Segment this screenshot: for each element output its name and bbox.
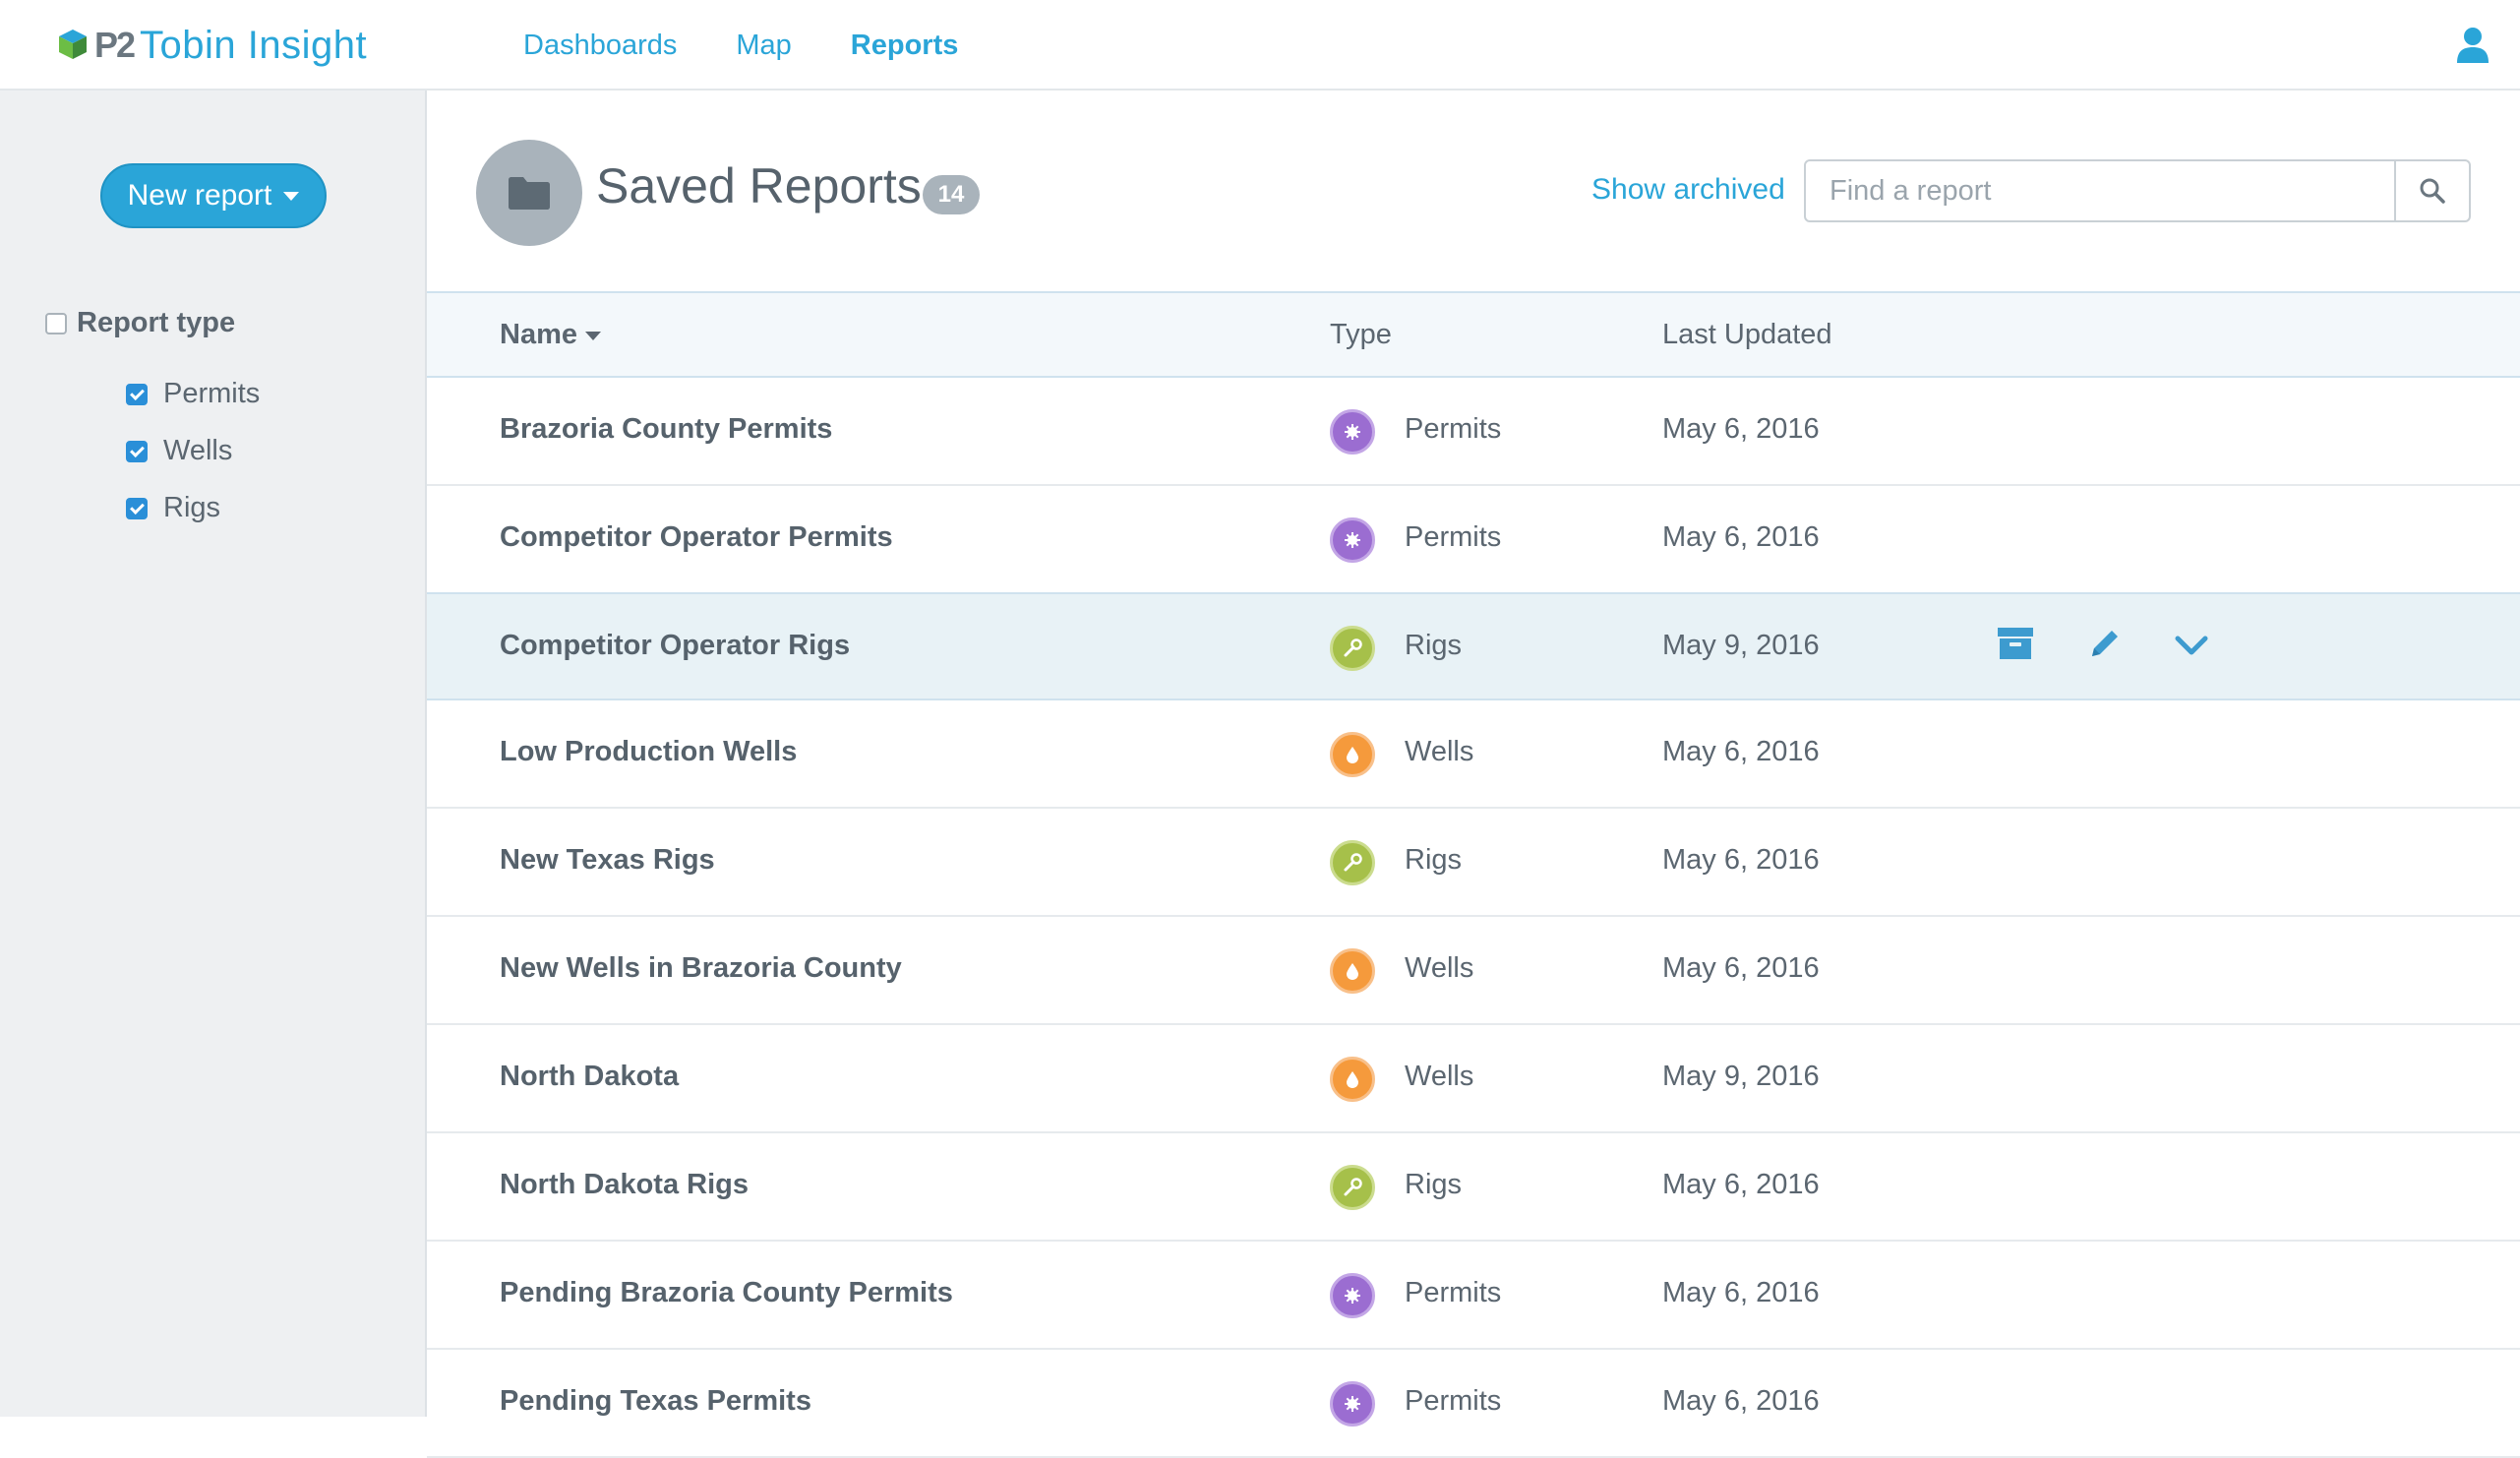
permits-checkbox[interactable] [126, 383, 148, 405]
chevron-down-icon [2175, 636, 2208, 655]
table-row[interactable]: New Wells in Brazoria County Wells May 6, … [427, 917, 2520, 1025]
sort-caret-icon [585, 331, 601, 340]
table-row[interactable]: North Dakota Wells May 9, 2016 [427, 1025, 2520, 1133]
permits-type-icon [1330, 409, 1375, 455]
wells-type-icon [1330, 1057, 1375, 1102]
folder-icon [476, 140, 582, 246]
report-name[interactable]: Competitor Operator Permits [500, 521, 893, 554]
report-count-badge: 14 [923, 175, 980, 214]
column-type-header[interactable]: Type [1330, 319, 1392, 351]
new-report-button[interactable]: New report [100, 163, 327, 228]
filter-permits-label: Permits [163, 378, 261, 409]
report-last-updated: May 6, 2016 [1662, 736, 1820, 767]
rigs-type-icon [1330, 840, 1375, 885]
page-title: Saved Reports [596, 158, 922, 213]
report-type: Rigs [1405, 1169, 1463, 1200]
table-row[interactable]: Competitor Operator Rigs Rigs May 9, 2016 [427, 592, 2520, 700]
report-last-updated: May 6, 2016 [1662, 952, 1820, 984]
rigs-type-icon [1330, 626, 1375, 671]
report-name[interactable]: Competitor Operator Rigs [500, 630, 850, 662]
rigs-type-icon [1330, 1165, 1375, 1210]
permits-type-icon [1330, 1381, 1375, 1427]
report-type: Wells [1405, 952, 1474, 984]
search-button[interactable] [2394, 161, 2469, 220]
report-last-updated: May 6, 2016 [1662, 844, 1820, 876]
report-last-updated: May 6, 2016 [1662, 1169, 1820, 1200]
report-type-label: Report type [77, 307, 236, 338]
app-logo[interactable]: P2 Tobin Insight [55, 18, 367, 73]
report-last-updated: May 6, 2016 [1662, 1277, 1820, 1308]
report-name[interactable]: New Texas Rigs [500, 844, 715, 877]
report-type: Wells [1405, 1061, 1474, 1092]
logo-mark-text: P2 [94, 25, 136, 65]
filter-rigs-label: Rigs [163, 492, 221, 523]
report-type: Permits [1405, 521, 1502, 553]
pencil-icon [2092, 631, 2118, 656]
new-report-label: New report [127, 179, 272, 212]
rigs-checkbox[interactable] [126, 497, 148, 519]
table-row[interactable]: North Dakota Rigs Rigs May 6, 2016 [427, 1133, 2520, 1242]
column-name-label: Name [500, 319, 577, 350]
search-box [1804, 159, 2471, 222]
permits-type-icon [1330, 1273, 1375, 1318]
nav-dashboards[interactable]: Dashboards [523, 30, 677, 62]
table-row[interactable]: Competitor Operator Permits Permits May 6,… [427, 486, 2520, 594]
report-type: Permits [1405, 1385, 1502, 1417]
table-row[interactable]: Pending Texas Permits Permits May 6, 2016 [427, 1350, 2520, 1458]
report-name[interactable]: Pending Brazoria County Permits [500, 1277, 953, 1309]
top-navbar: P2 Tobin Insight Dashboards Map Reports [0, 0, 2520, 91]
nav-reports[interactable]: Reports [851, 30, 959, 62]
table-row[interactable]: Pending Brazoria County Permits Permits Ma… [427, 1242, 2520, 1350]
filter-wells-label: Wells [163, 435, 233, 466]
report-last-updated: May 9, 2016 [1662, 630, 1820, 661]
main-nav: Dashboards Map Reports [523, 0, 1017, 91]
table-header: Name Type Last Updated [427, 291, 2520, 378]
permits-type-icon [1330, 517, 1375, 563]
table-row[interactable]: Low Production Wells Wells May 6, 2016 [427, 700, 2520, 809]
edit-button[interactable] [2087, 626, 2123, 666]
report-last-updated: May 9, 2016 [1662, 1061, 1820, 1092]
report-type-checkbox[interactable] [45, 312, 67, 334]
report-name[interactable]: Pending Texas Permits [500, 1385, 811, 1418]
reports-table: Name Type Last Updated Brazoria County P… [427, 291, 2520, 1458]
wells-type-icon [1330, 732, 1375, 777]
report-type-filter[interactable]: Report type [45, 307, 235, 339]
sidebar: New report Report type Permits Wells Rig… [0, 91, 427, 1417]
caret-down-icon [283, 191, 300, 201]
show-archived-link[interactable]: Show archived [1591, 173, 1785, 207]
expand-button[interactable] [2174, 634, 2209, 662]
search-input[interactable] [1806, 161, 2394, 220]
logo-cube-icon [59, 30, 87, 59]
report-name[interactable]: Brazoria County Permits [500, 413, 832, 446]
wells-checkbox[interactable] [126, 440, 148, 462]
search-icon [2420, 178, 2445, 204]
table-row[interactable]: Brazoria County Permits Permits May 6, 201… [427, 378, 2520, 486]
report-last-updated: May 6, 2016 [1662, 1385, 1820, 1417]
report-type: Rigs [1405, 630, 1463, 661]
column-updated-header[interactable]: Last Updated [1662, 319, 1832, 351]
filter-permits[interactable]: Permits [126, 378, 260, 410]
report-last-updated: May 6, 2016 [1662, 413, 1820, 445]
filter-wells[interactable]: Wells [126, 435, 232, 467]
report-type: Wells [1405, 736, 1474, 767]
report-name[interactable]: North Dakota [500, 1061, 679, 1093]
report-type: Permits [1405, 1277, 1502, 1308]
user-icon[interactable] [2455, 26, 2490, 65]
table-row[interactable]: New Texas Rigs Rigs May 6, 2016 [427, 809, 2520, 917]
archive-icon [1998, 628, 2033, 659]
column-name-header[interactable]: Name [500, 319, 601, 351]
report-last-updated: May 6, 2016 [1662, 521, 1820, 553]
filter-rigs[interactable]: Rigs [126, 492, 220, 524]
report-name[interactable]: New Wells in Brazoria County [500, 952, 902, 985]
report-type: Rigs [1405, 844, 1463, 876]
report-name[interactable]: North Dakota Rigs [500, 1169, 749, 1201]
report-type: Permits [1405, 413, 1502, 445]
nav-map[interactable]: Map [736, 30, 791, 62]
logo-name-text: Tobin Insight [140, 23, 368, 67]
main-content: Saved Reports 14 Show archived Name Type… [427, 91, 2520, 1458]
wells-type-icon [1330, 948, 1375, 994]
archive-button[interactable] [1997, 626, 2034, 666]
report-name[interactable]: Low Production Wells [500, 736, 797, 768]
